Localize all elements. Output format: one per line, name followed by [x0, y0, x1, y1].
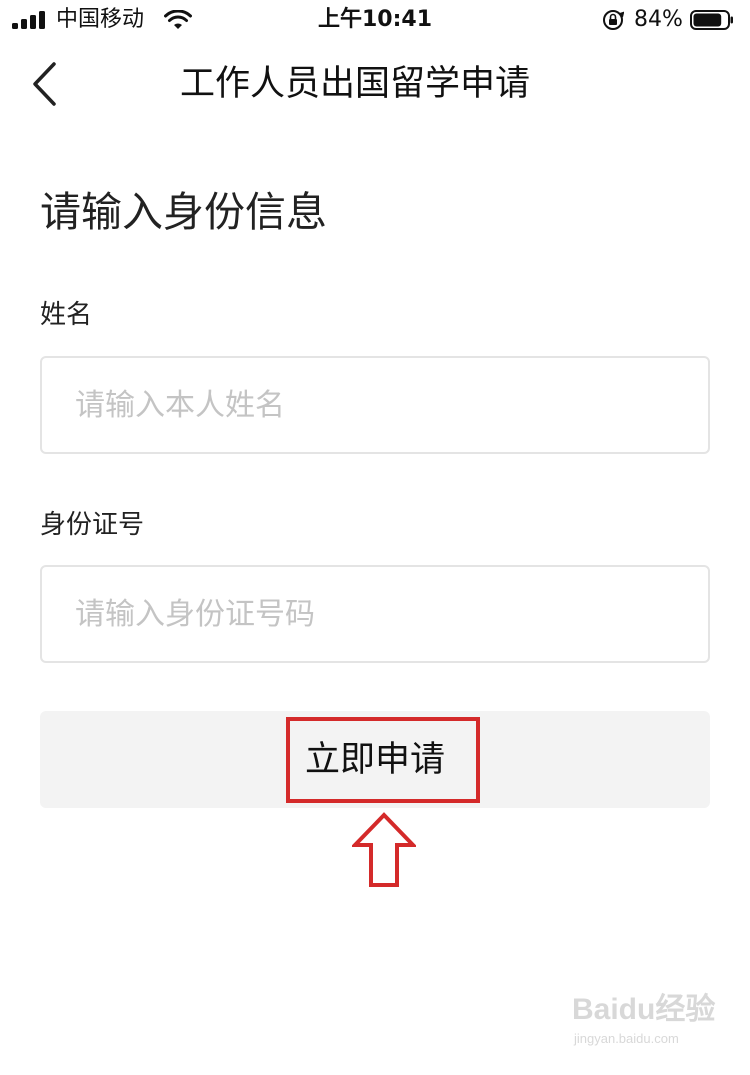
rotation-lock-icon [603, 10, 624, 30]
highlight-box [286, 717, 480, 803]
watermark-brand: Baidu经验 [572, 993, 716, 1026]
watermark-logo: Baidu经验 jingyan.baidu.com [572, 990, 742, 1060]
arrow-up-icon [352, 812, 416, 887]
id-number-label: 身份证号 [40, 510, 145, 540]
id-number-field-box [40, 565, 710, 663]
name-label: 姓名 [40, 300, 93, 330]
name-input[interactable] [42, 358, 708, 452]
form-heading: 请输入身份信息 [40, 188, 327, 236]
page-title: 工作人员出国留学申请 [179, 64, 530, 104]
status-bar: 中国移动 上午10:41 84% [0, 0, 750, 40]
id-number-input[interactable] [42, 567, 708, 661]
watermark-url: jingyan.baidu.com [574, 1031, 679, 1046]
battery-icon [690, 10, 733, 30]
name-field-box [40, 356, 710, 454]
battery-percent: 84% [634, 7, 683, 32]
